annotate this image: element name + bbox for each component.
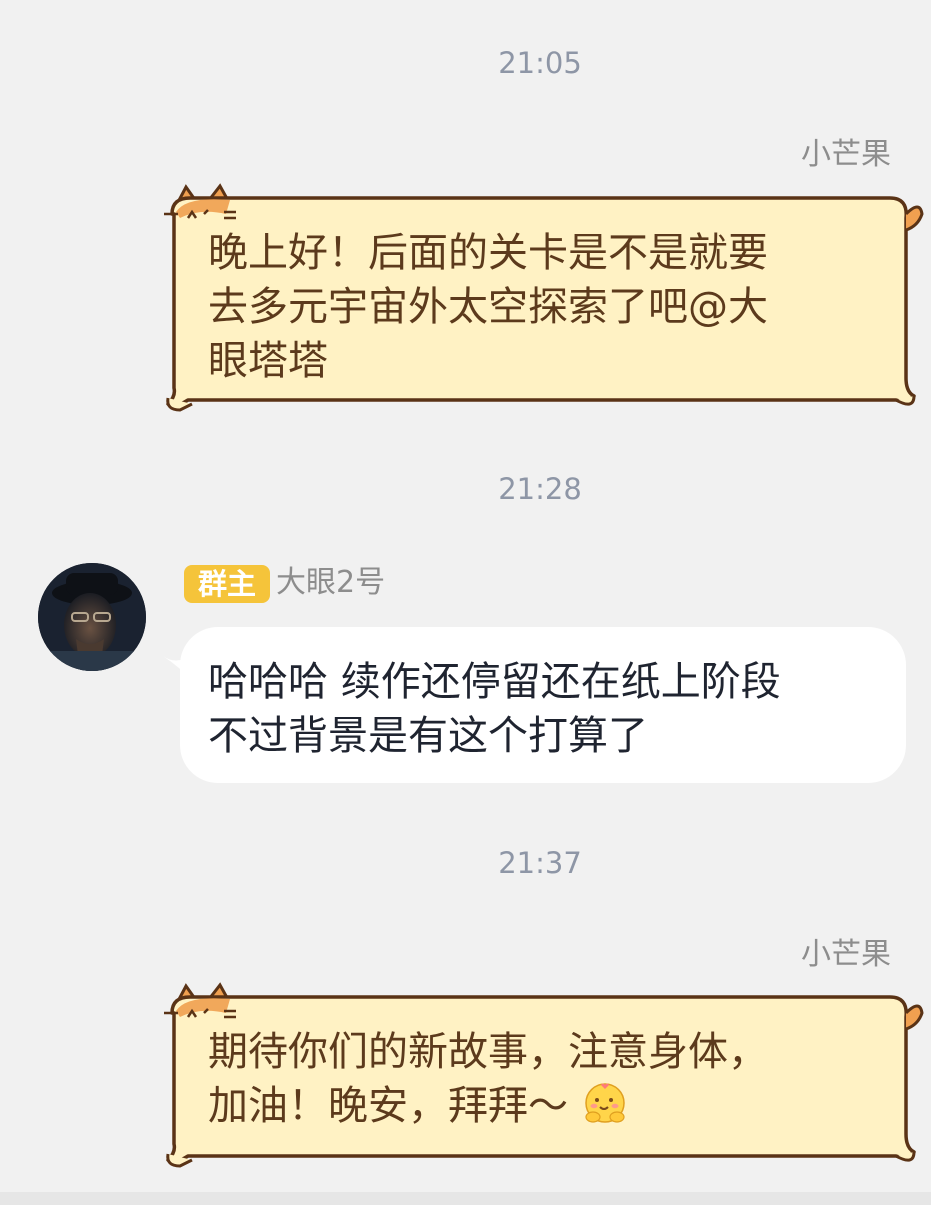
cat-tail-icon	[904, 1004, 924, 1031]
message-text: 期待你们的新故事，注意身体， 加油！晚安，拜拜～	[208, 1025, 768, 1133]
cat-bubble-frame	[164, 982, 924, 1168]
message-line: 加油！晚安，拜拜～	[208, 1079, 768, 1133]
message-line: 期待你们的新故事，注意身体，	[208, 1029, 768, 1075]
hug-emoji	[584, 1083, 625, 1123]
input-area-edge	[0, 1192, 931, 1205]
